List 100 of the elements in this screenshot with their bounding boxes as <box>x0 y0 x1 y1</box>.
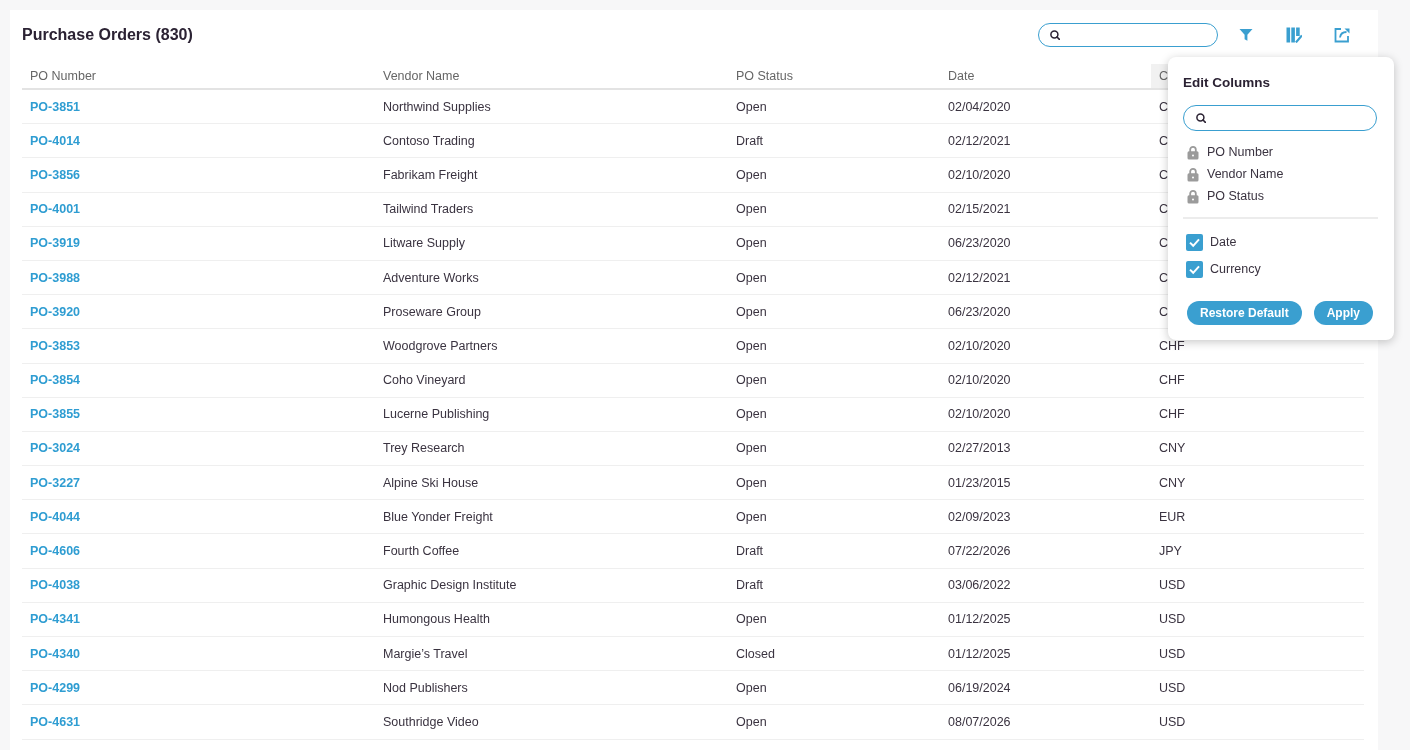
table-cell: Margie’s Travel <box>383 646 468 661</box>
column-label: Vendor Name <box>1207 167 1284 181</box>
po-number-link[interactable]: PO-3853 <box>30 338 81 353</box>
po-number-link[interactable]: PO-3920 <box>30 304 81 319</box>
po-number-link[interactable]: PO-4044 <box>30 509 81 524</box>
export-icon <box>1334 27 1350 43</box>
table-cell: Open <box>736 202 767 217</box>
table-cell: 01/12/2025 <box>948 646 1011 661</box>
table-cell: Fabrikam Freight <box>383 167 478 182</box>
table-cell: 06/23/2020 <box>948 304 1011 319</box>
table-cell: Trey Research <box>383 441 465 456</box>
table-cell: 06/23/2020 <box>948 236 1011 251</box>
table-cell: USD <box>1159 612 1186 627</box>
po-number-link[interactable]: PO-4340 <box>30 646 81 661</box>
table-cell: CHF <box>1159 373 1185 388</box>
po-number-link[interactable]: PO-4341 <box>30 612 81 627</box>
table-cell: C <box>1159 202 1169 217</box>
table-cell: Nod Publishers <box>383 680 468 695</box>
table-cell: Open <box>736 475 767 490</box>
table-cell: Open <box>736 612 767 627</box>
table-cell: Draft <box>736 578 764 593</box>
column-header[interactable]: PO Status <box>728 64 940 88</box>
column-header[interactable]: PO Number <box>22 64 375 88</box>
po-number-link[interactable]: PO-4001 <box>30 202 81 217</box>
apply-button[interactable]: Apply <box>1313 301 1374 325</box>
po-number-link[interactable]: PO-3851 <box>30 99 81 114</box>
table-cell: C <box>1159 167 1169 182</box>
table-cell: 06/19/2024 <box>948 680 1011 695</box>
table-cell: EUR <box>1159 509 1186 524</box>
column-label: Date <box>1210 235 1237 249</box>
po-number-link[interactable]: PO-3856 <box>30 167 81 182</box>
po-number-link[interactable]: PO-3988 <box>30 270 81 285</box>
checkbox[interactable] <box>1186 233 1203 251</box>
table-cell: CNY <box>1159 441 1186 456</box>
restore-default-button[interactable]: Restore Default <box>1187 301 1302 325</box>
table-cell: Open <box>736 304 767 319</box>
table-cell: 02/27/2013 <box>948 441 1011 456</box>
table-cell: CHF <box>1159 338 1185 353</box>
po-number-link[interactable]: PO-3919 <box>30 236 81 251</box>
table-cell: Open <box>736 167 767 182</box>
po-number-link[interactable]: PO-3024 <box>30 441 81 456</box>
table-cell: Open <box>736 680 767 695</box>
po-number-link[interactable]: PO-4606 <box>30 544 81 559</box>
table-cell: Adventure Works <box>383 270 479 285</box>
table-cell: Contoso Trading <box>383 133 475 148</box>
po-number-link[interactable]: PO-4631 <box>30 714 81 729</box>
lock-icon <box>1187 144 1199 160</box>
table-cell: USD <box>1159 646 1186 661</box>
column-header[interactable]: C <box>1151 64 1168 88</box>
column-header[interactable]: Vendor Name <box>375 64 728 88</box>
table-cell: C <box>1159 236 1169 251</box>
table-cell: Open <box>736 338 767 353</box>
table-cell: C <box>1159 99 1169 114</box>
table-cell: 03/06/2022 <box>948 578 1011 593</box>
filter-icon <box>1239 28 1253 42</box>
po-number-link[interactable]: PO-4038 <box>30 578 81 593</box>
table-cell: Blue Yonder Freight <box>383 509 493 524</box>
table-cell: 02/10/2020 <box>948 407 1011 422</box>
table-cell: 01/23/2015 <box>948 475 1011 490</box>
table-cell: Southridge Video <box>383 714 479 729</box>
table-cell: 07/22/2026 <box>948 544 1011 559</box>
export-button[interactable] <box>1332 25 1352 45</box>
table-cell: 02/04/2020 <box>948 99 1011 114</box>
table-cell: Lucerne Publishing <box>383 407 490 422</box>
columns-icon <box>1286 27 1302 43</box>
po-number-link[interactable]: PO-4299 <box>30 680 81 695</box>
po-number-link[interactable]: PO-4014 <box>30 133 81 148</box>
table-cell: CNY <box>1159 475 1186 490</box>
po-number-link[interactable]: PO-3227 <box>30 475 81 490</box>
table-cell: Litware Supply <box>383 236 465 251</box>
table-cell: 02/09/2023 <box>948 509 1011 524</box>
table-cell: Open <box>736 407 767 422</box>
table-cell: Northwind Supplies <box>383 99 491 114</box>
page-title: Purchase Orders (830) <box>22 26 193 44</box>
lock-icon <box>1187 188 1199 204</box>
table-cell: USD <box>1159 578 1186 593</box>
table-cell: Open <box>736 373 767 388</box>
table-cell: Graphic Design Institute <box>383 578 517 593</box>
column-header[interactable]: Date <box>940 64 1151 88</box>
table-cell: Open <box>736 441 767 456</box>
po-number-link[interactable]: PO-3855 <box>30 407 81 422</box>
table-cell: JPY <box>1159 544 1182 559</box>
checkbox[interactable] <box>1186 260 1203 278</box>
table-cell: Coho Vineyard <box>383 373 466 388</box>
table-cell: Fourth Coffee <box>383 544 460 559</box>
table-cell: USD <box>1159 714 1186 729</box>
table-cell: 01/12/2025 <box>948 612 1011 627</box>
table-cell: Humongous Health <box>383 612 490 627</box>
columns-button[interactable] <box>1284 25 1304 45</box>
table-cell: C <box>1159 133 1169 148</box>
table-cell: Open <box>736 509 767 524</box>
table-cell: USD <box>1159 680 1186 695</box>
table-cell: CHF <box>1159 407 1185 422</box>
po-number-link[interactable]: PO-3854 <box>30 373 81 388</box>
table-cell: Woodgrove Partners <box>383 338 498 353</box>
table-cell: Open <box>736 236 767 251</box>
search-icon <box>1050 30 1060 40</box>
column-label: PO Number <box>1207 145 1273 159</box>
table-cell: 02/10/2020 <box>948 338 1011 353</box>
column-label: PO Status <box>1207 189 1264 203</box>
